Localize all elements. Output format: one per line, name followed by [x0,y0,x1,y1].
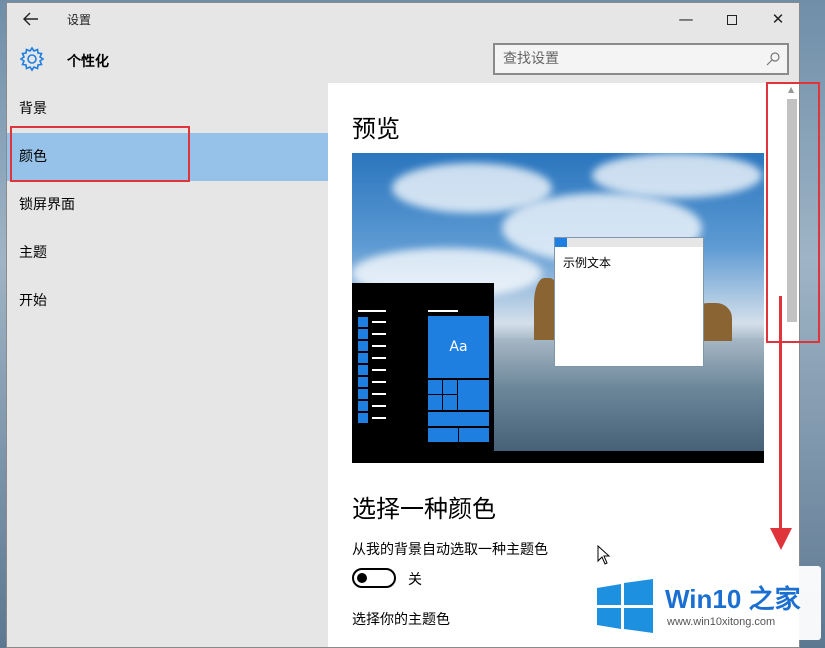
menu-line [372,417,386,419]
menu-square [358,413,368,423]
search-icon[interactable] [765,51,781,67]
menu-square [358,401,368,411]
menu-line [372,381,386,383]
accent-color-label: 选择你的主题色 [352,612,450,628]
small-tile [443,395,457,410]
auto-pick-label: 从我的背景自动选取一种主题色 [352,542,548,558]
sample-accent-mark [555,238,567,247]
back-arrow-icon [23,12,38,26]
preview-start-menu: Aa [352,283,494,451]
menu-square [358,365,368,375]
menu-line [372,393,386,395]
gear-icon [19,46,45,72]
menu-line [372,321,386,323]
settings-window: 设置 — ✕ 个性化 背景 颜色 锁屏界面 主题 开始 预览 [6,2,800,648]
small-tile [428,380,442,394]
menu-line [358,310,386,312]
small-tile [458,380,489,410]
cloud [592,153,762,198]
small-tile [428,412,489,426]
watermark: Win10 之家 www.win10xitong.com [591,566,821,640]
page-title: 个性化 [67,54,109,70]
maximize-icon [727,14,737,25]
sidebar-item-lock-screen[interactable]: 锁屏界面 [7,181,328,229]
scroll-down-arrow [779,296,782,528]
sample-text: 示例文本 [563,256,612,270]
back-button[interactable] [19,9,43,29]
menu-square [358,341,368,351]
small-tile [428,395,442,410]
search-box[interactable] [493,43,789,75]
content-scrollbar[interactable]: ▲ [784,83,799,647]
sidebar-item-themes[interactable]: 主题 [7,229,328,277]
small-tile [428,428,458,442]
small-tile [459,428,489,442]
menu-square [358,353,368,363]
watermark-title: Win10 之家 [665,579,801,616]
preview-sample-window: 示例文本 [554,237,704,367]
scroll-thumb[interactable] [787,99,797,322]
menu-square [358,389,368,399]
sidebar-item-background[interactable]: 背景 [7,85,328,133]
scroll-up-icon[interactable]: ▲ [788,85,794,94]
watermark-title-suffix: 之家 [748,584,801,614]
small-tile [443,380,457,394]
sidebar-item-start[interactable]: 开始 [7,277,328,325]
preview-heading: 预览 [352,115,400,143]
menu-line [428,310,458,312]
title-bar: 设置 — ✕ [7,3,799,35]
menu-square [358,317,368,327]
theme-preview: Aa 示例文本 [352,153,764,463]
menu-square [358,377,368,387]
watermark-url: www.win10xitong.com [667,616,776,628]
choose-color-heading: 选择一种颜色 [352,495,496,523]
window-title: 设置 [67,13,92,27]
maximize-button[interactable] [709,3,755,35]
menu-line [372,357,386,359]
arrow-head-icon [770,528,792,550]
windows-logo-icon [597,579,653,633]
watermark-title-main: Win10 [665,584,742,614]
menu-line [372,345,386,347]
sidebar-item-colors[interactable]: 颜色 [7,133,328,181]
menu-line [372,333,386,335]
menu-line [372,405,386,407]
menu-line [372,369,386,371]
close-button[interactable]: ✕ [755,3,799,35]
settings-header: 个性化 [7,35,799,83]
mouse-cursor-icon [597,545,611,565]
auto-pick-toggle-state: 关 [408,572,422,588]
search-input[interactable] [503,50,753,68]
sidebar: 背景 颜色 锁屏界面 主题 开始 [7,83,328,647]
minimize-button[interactable]: — [663,3,709,35]
preview-taskbar [352,451,764,463]
auto-pick-toggle[interactable] [352,568,396,588]
main-content: 预览 Aa 示例文本 选择一种颜色 从我的背景自动选取一种主题色 关 选择你的主… [328,83,799,647]
toggle-knob [357,573,367,583]
menu-square [358,329,368,339]
sample-title-bar [555,238,703,247]
preview-tile: Aa [428,316,489,378]
